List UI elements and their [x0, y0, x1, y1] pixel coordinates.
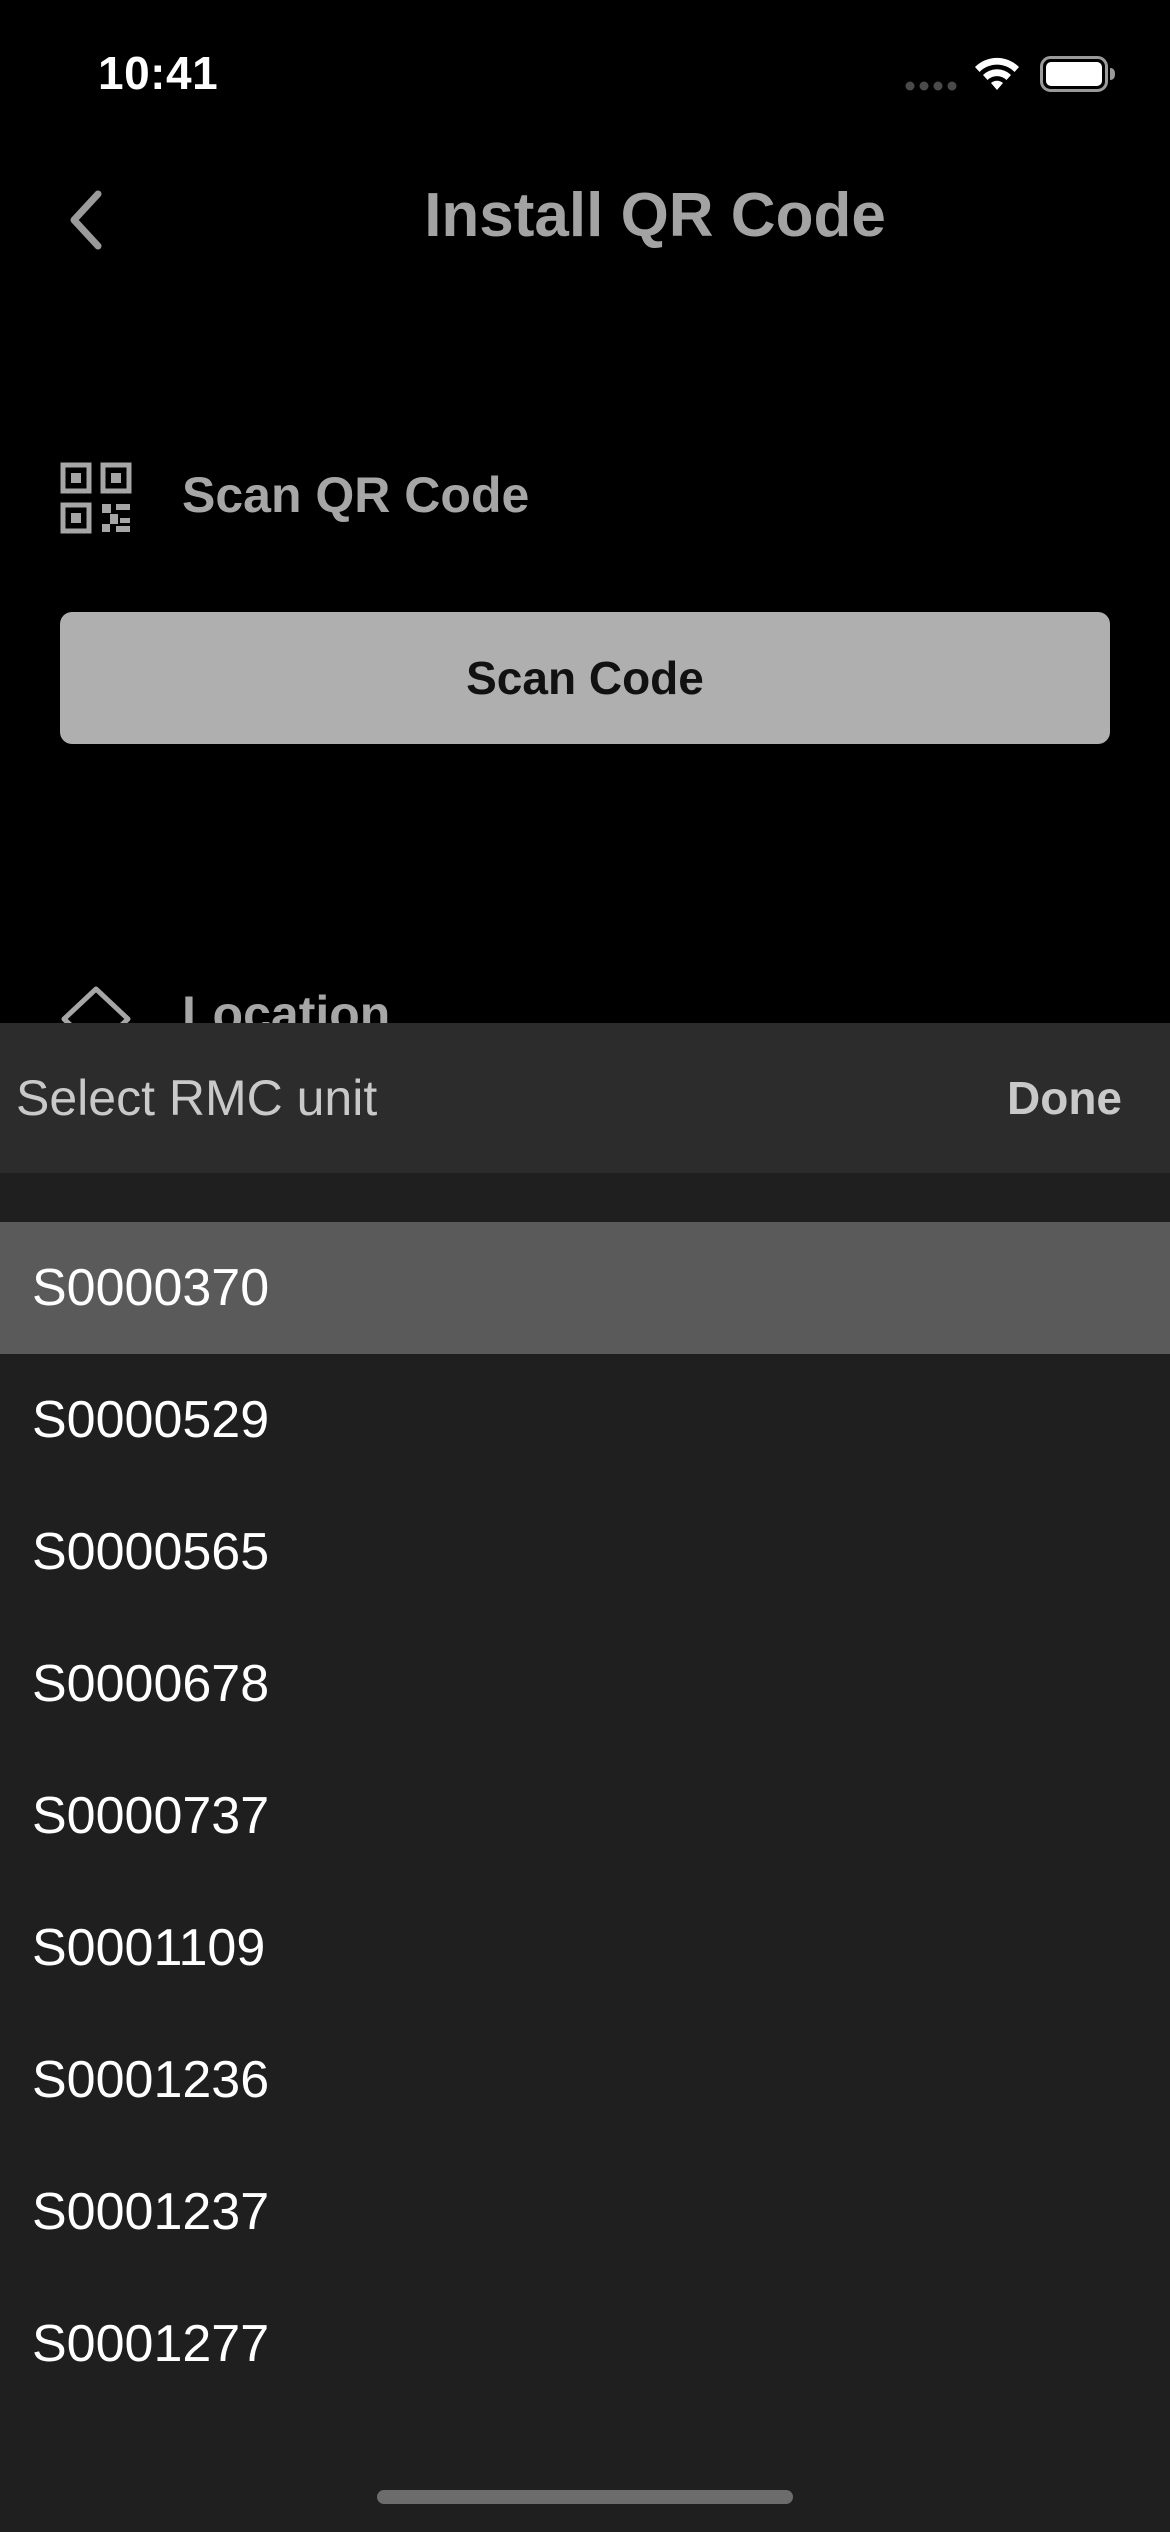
status-time: 10:41	[98, 47, 219, 99]
picker-item[interactable]: S0001277	[0, 2278, 1170, 2410]
rmc-unit-picker: Select RMC unit Done S0000370 S0000529 S…	[0, 1023, 1170, 2532]
picker-item[interactable]: S0000737	[0, 1750, 1170, 1882]
picker-item[interactable]: S0001109	[0, 1882, 1170, 2014]
picker-title: Select RMC unit	[16, 1070, 378, 1126]
install-qr-code-screen: 10:41 Install QR Code Scan QR Code Scan …	[0, 0, 1170, 2532]
scan-qr-section: Scan QR Code	[60, 458, 1110, 538]
done-button[interactable]: Done	[1007, 1071, 1122, 1125]
picker-toolbar: Select RMC unit Done	[0, 1023, 1170, 1173]
qr-code-icon	[60, 462, 132, 534]
page-title: Install QR Code	[424, 181, 886, 250]
picker-item[interactable]: S0001237	[0, 2146, 1170, 2278]
scan-qr-label: Scan QR Code	[182, 467, 530, 523]
picker-item[interactable]: S0000565	[0, 1486, 1170, 1618]
picker-list[interactable]: S0000370 S0000529 S0000565 S0000678 S000…	[0, 1222, 1170, 2410]
picker-item[interactable]: S0000529	[0, 1354, 1170, 1486]
home-indicator	[377, 2490, 793, 2504]
scan-code-button[interactable]: Scan Code	[60, 612, 1110, 744]
picker-item[interactable]: S0001236	[0, 2014, 1170, 2146]
picker-item[interactable]: S0000678	[0, 1618, 1170, 1750]
status-bar: 10:41	[0, 0, 1170, 140]
cellular-signal-icon	[905, 81, 957, 91]
battery-icon	[1040, 56, 1115, 92]
navigation-bar: Install QR Code	[0, 150, 1170, 280]
wifi-icon	[975, 57, 1019, 90]
picker-item[interactable]: S0000370	[0, 1222, 1170, 1354]
